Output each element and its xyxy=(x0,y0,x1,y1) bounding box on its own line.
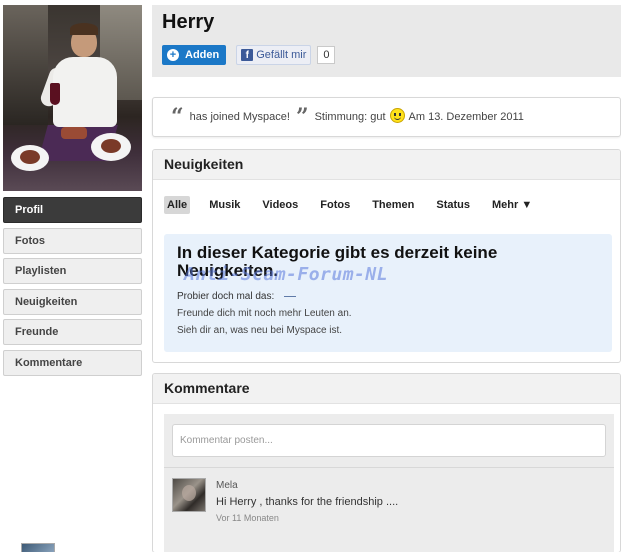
comments-panel: Mela Hi Herry , thanks for the friendshi… xyxy=(164,414,614,552)
left-column: Profil Fotos Playlisten Neuigkeiten Freu… xyxy=(3,5,142,380)
photo-detail xyxy=(20,150,40,164)
photo-detail xyxy=(61,127,87,139)
comment-item: Mela Hi Herry , thanks for the friendshi… xyxy=(172,468,606,523)
main-column: Herry + Adden f Gefällt mir 0 “ has join… xyxy=(152,5,621,552)
empty-news-message: In dieser Kategorie gibt es derzeit kein… xyxy=(164,234,612,352)
profile-actions: + Adden f Gefällt mir 0 xyxy=(162,45,611,65)
facebook-icon: f xyxy=(241,49,254,61)
facebook-like-button[interactable]: f Gefällt mir xyxy=(236,45,312,65)
profile-nav: Profil Fotos Playlisten Neuigkeiten Freu… xyxy=(3,197,142,376)
nav-item-playlisten[interactable]: Playlisten xyxy=(3,258,142,284)
tab-mehr[interactable]: Mehr ▼ xyxy=(489,196,535,214)
plus-icon: + xyxy=(167,49,179,61)
nav-item-freunde[interactable]: Freunde xyxy=(3,319,142,345)
news-title: Neuigkeiten xyxy=(153,150,620,180)
profile-name: Herry xyxy=(162,11,215,33)
comments-title: Kommentare xyxy=(153,374,620,404)
avatar[interactable] xyxy=(21,543,55,552)
photo-detail xyxy=(53,57,117,127)
photo-detail xyxy=(3,5,48,125)
suggestions-lead-text: Probier doch mal das: xyxy=(177,291,275,302)
nav-item-kommentare[interactable]: Kommentare xyxy=(3,349,142,376)
open-quote-icon: “ xyxy=(171,104,184,130)
add-friend-button[interactable]: + Adden xyxy=(162,45,227,65)
tab-alle[interactable]: Alle xyxy=(164,196,191,214)
comment-time: Vor 11 Monaten xyxy=(216,513,279,523)
facebook-like-count: 0 xyxy=(317,46,336,64)
news-tabs: Alle Musik Videos Fotos Themen Status Me… xyxy=(153,180,620,230)
add-friend-label: Adden xyxy=(185,49,220,61)
tab-fotos[interactable]: Fotos xyxy=(317,196,353,214)
photo-detail xyxy=(50,83,60,105)
status-text: has joined Myspace! xyxy=(189,111,290,123)
facebook-like-label: Gefällt mir xyxy=(256,49,307,61)
nav-item-fotos[interactable]: Fotos xyxy=(3,227,142,254)
news-section: Neuigkeiten Alle Musik Videos Fotos Them… xyxy=(152,149,621,363)
suggestion-add-friends[interactable]: Freunde dich mit noch mehr Leuten an. xyxy=(177,308,599,319)
profile-photo[interactable] xyxy=(3,5,142,191)
comment-input[interactable] xyxy=(172,424,606,457)
tab-videos[interactable]: Videos xyxy=(259,196,301,214)
photo-detail xyxy=(101,139,121,153)
nav-item-profil[interactable]: Profil xyxy=(3,197,142,223)
close-quote-icon: ” xyxy=(295,104,309,130)
watermark: Anti-Scam-Forum-NL xyxy=(184,264,389,285)
nav-item-neuigkeiten[interactable]: Neuigkeiten xyxy=(3,288,142,315)
profile-header: Herry + Adden f Gefällt mir 0 xyxy=(152,5,621,77)
comments-section: Kommentare Mela Hi Herry , thanks for th… xyxy=(152,373,621,552)
smiley-icon xyxy=(389,107,405,123)
suggestions-lead: Probier doch mal das: xyxy=(177,291,599,302)
tab-themen[interactable]: Themen xyxy=(369,196,417,214)
status-date: Am 13. Dezember 2011 xyxy=(408,111,524,123)
mood-label: Stimmung: gut xyxy=(314,111,386,123)
tab-musik[interactable]: Musik xyxy=(206,196,243,214)
comment-author[interactable]: Mela xyxy=(216,480,398,491)
suggestion-whats-new[interactable]: Sieh dir an, was neu bei Myspace ist. xyxy=(177,325,599,336)
tiny-link-mark[interactable] xyxy=(284,295,297,297)
tab-status[interactable]: Status xyxy=(433,196,473,214)
status-update: “ has joined Myspace! ” Stimmung: gut Am… xyxy=(152,97,621,137)
photo-detail xyxy=(70,23,98,35)
comment-body: Mela Hi Herry , thanks for the friendshi… xyxy=(216,478,398,523)
avatar[interactable] xyxy=(172,478,206,512)
comment-text: Hi Herry , thanks for the friendship ...… xyxy=(216,496,399,508)
